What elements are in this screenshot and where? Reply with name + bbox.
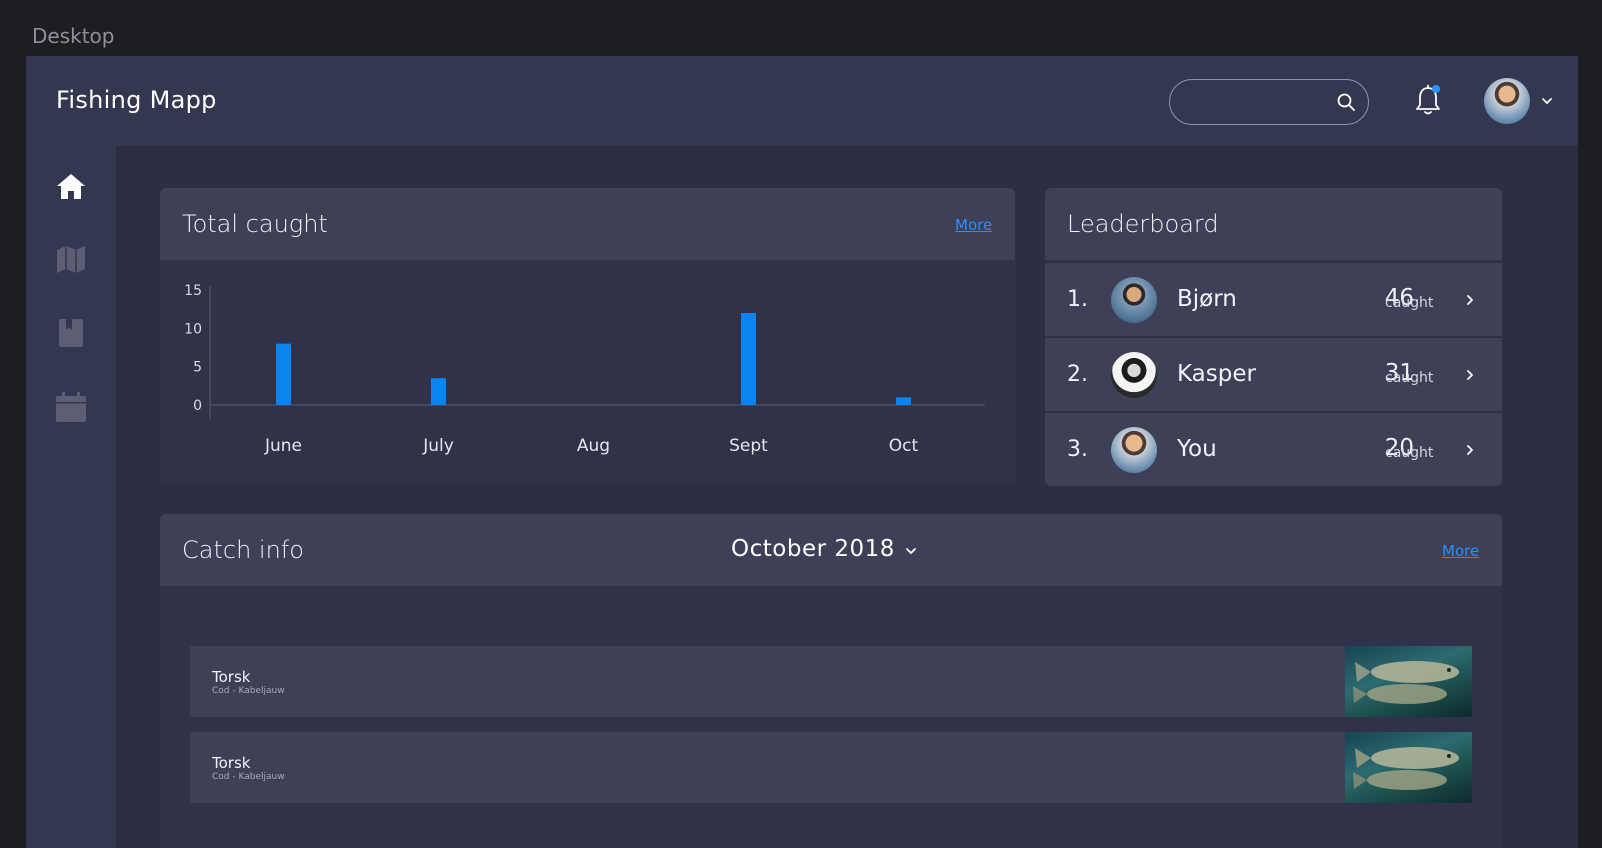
catch-info-header: Catch info October 2018 More <box>160 514 1502 586</box>
y-tick-label: 0 <box>193 398 202 414</box>
leaderboard-name: Kasper <box>1177 361 1256 387</box>
x-tick-label: June <box>264 436 302 456</box>
fish-name: Torsk <box>212 754 251 772</box>
chart-bar <box>896 397 911 405</box>
x-tick-label: Aug <box>577 436 610 456</box>
month-select[interactable]: October 2018 <box>731 536 895 562</box>
leaderboard-row[interactable]: 1. Bjørn 46 caught <box>1045 262 1502 336</box>
total-caught-card: Total caught More 0 5 10 15 June July Aug Sept O… <box>160 188 1015 484</box>
avatar <box>1111 277 1157 323</box>
total-caught-more-link[interactable]: More <box>955 216 992 234</box>
catch-info-card: Catch info October 2018 More Torsk Cod -… <box>160 514 1502 848</box>
search-box[interactable] <box>1169 79 1369 125</box>
chart-bar <box>431 378 446 405</box>
fish-subtitle: Cod - Kabeljauw <box>212 772 285 782</box>
sidebar <box>26 146 116 848</box>
leaderboard-name: Bjørn <box>1177 286 1237 312</box>
map-icon <box>57 246 85 273</box>
sidebar-item-calendar[interactable] <box>54 390 88 424</box>
leaderboard-rank: 3. <box>1067 437 1088 462</box>
fish-photo <box>1345 732 1472 803</box>
search-input[interactable] <box>1186 88 1326 116</box>
top-bar: Fishing Mapp <box>26 56 1578 146</box>
x-tick-label: July <box>422 436 454 456</box>
sidebar-item-home[interactable] <box>54 170 88 204</box>
chart-bar <box>741 313 756 405</box>
leaderboard-unit: caught <box>1385 295 1434 311</box>
book-icon <box>59 319 83 347</box>
sidebar-item-map[interactable] <box>54 242 88 276</box>
avatar <box>1111 427 1157 473</box>
x-tick-label: Sept <box>729 436 768 456</box>
canvas-label: Desktop <box>32 24 115 48</box>
leaderboard-header: Leaderboard <box>1045 188 1502 260</box>
chevron-right-icon[interactable] <box>1463 443 1477 457</box>
catch-list-item[interactable]: Torsk Cod - Kabeljauw <box>190 646 1472 717</box>
fish-photo <box>1345 646 1472 717</box>
leaderboard-name: You <box>1177 436 1217 462</box>
chart-bar <box>276 343 291 405</box>
user-avatar[interactable] <box>1484 78 1530 124</box>
leaderboard-title: Leaderboard <box>1067 210 1219 238</box>
calendar-icon <box>56 392 86 422</box>
leaderboard-row[interactable]: 2. Kasper 31 caught <box>1045 337 1502 411</box>
leaderboard-unit: caught <box>1385 445 1434 461</box>
avatar <box>1484 78 1530 124</box>
x-tick-label: Oct <box>889 436 919 456</box>
fish-name: Torsk <box>212 668 251 686</box>
y-tick-label: 15 <box>184 283 202 299</box>
chevron-right-icon[interactable] <box>1463 368 1477 382</box>
total-caught-chart: 0 5 10 15 June July Aug Sept Oct <box>184 283 985 456</box>
total-caught-title: Total caught <box>182 210 328 238</box>
leaderboard-unit: caught <box>1385 370 1434 386</box>
catch-info-title: Catch info <box>182 536 304 564</box>
chevron-down-icon[interactable] <box>1540 94 1554 108</box>
catch-info-more-link[interactable]: More <box>1442 542 1479 560</box>
notification-dot <box>1432 85 1440 93</box>
avatar <box>1111 352 1157 398</box>
total-caught-header: Total caught More <box>160 188 1015 260</box>
leaderboard-row[interactable]: 3. You 20 caught <box>1045 412 1502 486</box>
home-icon <box>57 174 85 199</box>
sidebar-item-logbook[interactable] <box>54 316 88 350</box>
chevron-right-icon[interactable] <box>1463 293 1477 307</box>
catch-list-item[interactable]: Torsk Cod - Kabeljauw <box>190 732 1472 803</box>
leaderboard-rank: 2. <box>1067 362 1088 387</box>
leaderboard-rank: 1. <box>1067 287 1088 312</box>
chevron-down-icon[interactable] <box>904 544 918 558</box>
fish-subtitle: Cod - Kabeljauw <box>212 686 285 696</box>
search-icon[interactable] <box>1336 92 1356 112</box>
leaderboard-card: Leaderboard 1. Bjørn 46 caught 2. Kasper… <box>1045 188 1502 486</box>
y-tick-label: 5 <box>193 360 202 376</box>
app-title: Fishing Mapp <box>56 86 217 114</box>
app-window: Fishing Mapp Total caught More 0 5 10 15… <box>26 56 1578 848</box>
y-tick-label: 10 <box>184 321 202 337</box>
